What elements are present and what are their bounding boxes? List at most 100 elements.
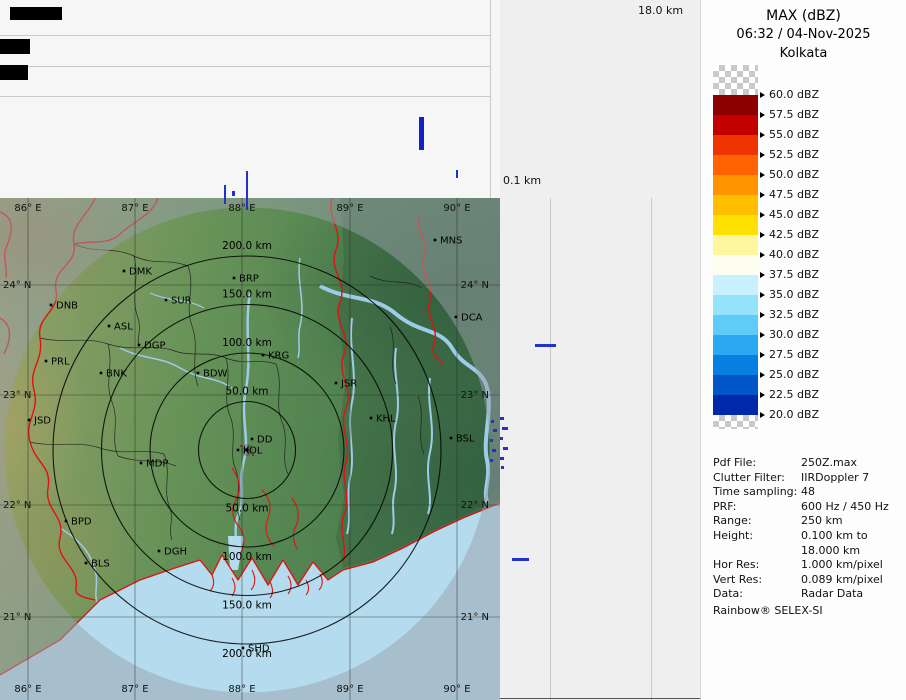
info-row: Pdf File:250Z.max <box>713 456 902 471</box>
city-dot <box>165 299 168 302</box>
dbz-label: 35.0 dBZ <box>769 288 819 301</box>
info-row: Data:Radar Data <box>713 587 902 602</box>
city-label: JSR <box>340 379 357 390</box>
axis-label-box <box>10 7 62 20</box>
city-dot <box>335 382 338 385</box>
dbz-cell <box>713 315 758 335</box>
city-dot <box>50 304 53 307</box>
range-ring-label: 50.0 km <box>225 503 268 515</box>
dbz-cell <box>713 115 758 135</box>
height-max-label: 18.0 km <box>638 4 683 17</box>
city-label: MDP <box>146 459 168 470</box>
info-row-label: Clutter Filter: <box>713 471 801 486</box>
echo-mark <box>246 171 248 198</box>
range-ring-label: 100.0 km <box>222 337 272 349</box>
lon-label: 89° E <box>336 684 363 695</box>
height-gridline <box>0 96 490 97</box>
city-dot <box>45 360 48 363</box>
info-row-label: Pdf File: <box>713 456 801 471</box>
lat-label: 22° N <box>3 500 31 511</box>
map-svg[interactable]: 86° E86° E87° E87° E88° E88° E89° E89° E… <box>0 198 500 700</box>
city-dot <box>233 277 236 280</box>
lon-label: 87° E <box>121 684 148 695</box>
lon-label: 86° E <box>14 203 41 214</box>
height-gridline <box>651 198 652 700</box>
product-title: MAX (dBZ) <box>701 8 906 24</box>
city-label: DGH <box>164 547 187 558</box>
info-row-label: Range: <box>713 514 801 529</box>
info-row: Hor Res:1.000 km/pixel <box>713 558 902 573</box>
info-row: 18.000 km <box>713 544 902 559</box>
city-dot <box>251 438 254 441</box>
dbz-cell <box>713 355 758 375</box>
info-row-label: PRF: <box>713 500 801 515</box>
info-row-value: IIRDoppler 7 <box>801 471 902 486</box>
info-block: Pdf File:250Z.maxClutter Filter:IIRDoppl… <box>713 456 902 618</box>
dbz-label: 57.5 dBZ <box>769 108 819 121</box>
dbz-cell <box>713 195 758 215</box>
info-row: Height:0.100 km to <box>713 529 902 544</box>
panel-edge-line <box>490 0 491 198</box>
range-ring-label: 200.0 km <box>222 240 272 252</box>
info-row-value: 0.089 km/pixel <box>801 573 902 588</box>
dbz-label: 27.5 dBZ <box>769 348 819 361</box>
dbz-label: 40.0 dBZ <box>769 248 819 261</box>
site-label: Kolkata <box>701 46 906 61</box>
dbz-label: 22.5 dBZ <box>769 388 819 401</box>
city-label: DMK <box>129 267 152 278</box>
city-dot <box>455 316 458 319</box>
height-scale-corner: 18.0 km 0.1 km <box>500 0 700 198</box>
dbz-cell <box>713 235 758 255</box>
city-label: KHL <box>376 414 396 425</box>
dbz-cell <box>713 275 758 295</box>
city-label: DNB <box>56 301 78 312</box>
range-ring-label: 50.0 km <box>225 386 268 398</box>
range-ring-label: 150.0 km <box>222 600 272 612</box>
dbz-cell <box>713 95 758 115</box>
info-rows: Pdf File:250Z.maxClutter Filter:IIRDoppl… <box>713 456 902 602</box>
city-label: SHD <box>248 644 270 655</box>
dbz-cell <box>713 295 758 315</box>
city-label: BNK <box>106 369 127 380</box>
lon-label: 86° E <box>14 684 41 695</box>
info-row-label <box>713 544 801 559</box>
radar-map[interactable]: 86° E86° E87° E87° E88° E88° E89° E89° E… <box>0 198 500 700</box>
city-label: SUR <box>171 296 192 307</box>
lon-label: 90° E <box>443 684 470 695</box>
dbz-label: 32.5 dBZ <box>769 308 819 321</box>
city-dot <box>108 325 111 328</box>
city-dot <box>370 417 373 420</box>
lat-label: 24° N <box>3 280 31 291</box>
city-label: ASL <box>114 322 133 333</box>
info-row-value: 0.100 km to <box>801 529 902 544</box>
city-dot <box>140 462 143 465</box>
dbz-cell <box>713 335 758 355</box>
city-label: BSL <box>456 434 475 445</box>
city-dot <box>237 449 240 452</box>
info-row-value: 250 km <box>801 514 902 529</box>
echo-mark <box>500 417 504 420</box>
city-label: DGP <box>144 341 165 352</box>
info-row-label: Time sampling: <box>713 485 801 500</box>
panel-baseline <box>500 698 700 699</box>
dbz-label: 37.5 dBZ <box>769 268 819 281</box>
dbz-label: 45.0 dBZ <box>769 208 819 221</box>
dbz-cell <box>713 415 758 429</box>
city-label: PRL <box>51 357 70 368</box>
dbz-cell <box>713 255 758 275</box>
echo-mark <box>224 185 226 198</box>
lat-label: 22° N <box>461 500 489 511</box>
radar-workspace: 18.0 km 0.1 km <box>0 0 906 700</box>
range-ring-label: 100.0 km <box>222 551 272 563</box>
city-label: MNS <box>440 236 462 247</box>
dbz-cell <box>713 175 758 195</box>
dbz-cell <box>713 155 758 175</box>
city-dot <box>434 239 437 242</box>
dbz-cell <box>713 135 758 155</box>
info-row-label: Height: <box>713 529 801 544</box>
echo-mark <box>503 447 508 450</box>
range-ring-label: 150.0 km <box>222 289 272 301</box>
legend-panel: MAX (dBZ) 06:32 / 04-Nov-2025 Kolkata 60… <box>700 0 906 700</box>
city-label: BLS <box>91 559 110 570</box>
echo-mark <box>512 558 529 561</box>
